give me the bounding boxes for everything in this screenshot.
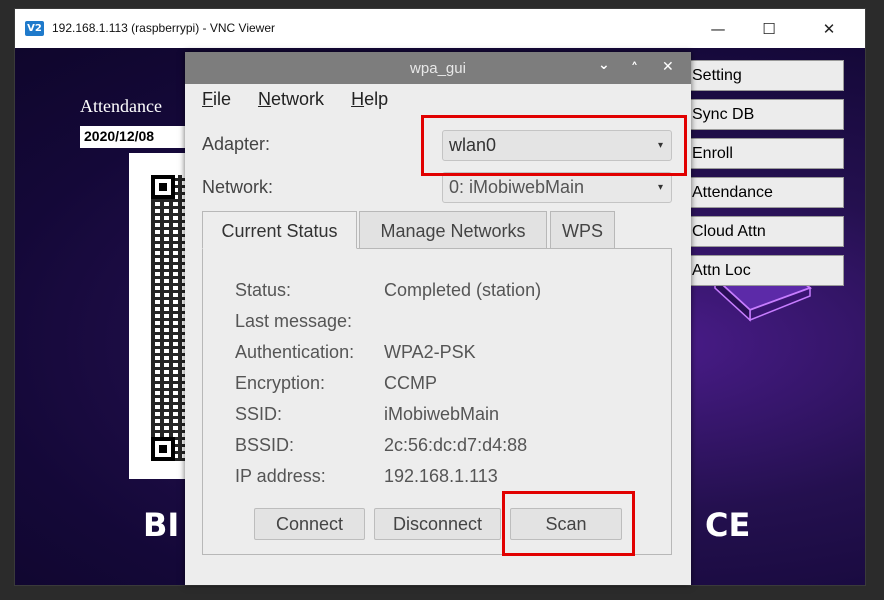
enroll-button[interactable]: Enroll [688, 138, 844, 169]
vnc-logo-icon: V2 [25, 21, 44, 36]
ssid-value: iMobiwebMain [384, 404, 500, 424]
maximize-button[interactable]: ☐ [746, 15, 792, 43]
last-message-label: Last message: [235, 311, 353, 331]
encryption-value: CCMP [384, 373, 437, 393]
chevron-down-icon: ▾ [657, 182, 663, 193]
connect-button[interactable]: Connect [254, 508, 365, 540]
vnc-window-title: 192.168.1.113 (raspberrypi) - VNC Viewer [52, 21, 275, 35]
status-label: Status: [235, 280, 292, 300]
setting-button[interactable]: Setting [688, 60, 844, 91]
cloud-attn-button[interactable]: Cloud Attn [688, 216, 844, 247]
network-select-value: 0: iMobiwebMain [449, 177, 585, 197]
network-select[interactable]: 0: iMobiwebMain ▾ [442, 172, 672, 203]
wpa-gui-titlebar[interactable]: wpa_gui ⌄ ˄ ✕ [185, 52, 691, 84]
disconnect-button[interactable]: Disconnect [374, 508, 501, 540]
ip-address-label: IP address: [235, 466, 326, 486]
maximize-chevron-icon[interactable]: ˄ [631, 61, 638, 77]
tab-manage-networks[interactable]: Manage Networks [359, 211, 547, 249]
menu-network[interactable]: Network [258, 89, 324, 110]
qr-code-pattern [151, 175, 185, 461]
qr-finder-top [151, 175, 175, 199]
status-value: Completed (station) [384, 280, 542, 300]
tab-wps[interactable]: WPS [550, 211, 615, 249]
attendance-heading: Attendance [80, 96, 162, 116]
wpa-gui-title: wpa_gui [410, 60, 466, 77]
tab-current-status[interactable]: Current Status [202, 211, 357, 249]
wpa-gui-close-icon[interactable]: ✕ [662, 59, 674, 75]
attn-loc-button[interactable]: Attn Loc [688, 255, 844, 286]
authentication-label: Authentication: [235, 342, 355, 362]
adapter-label: Adapter: [202, 134, 271, 154]
menu-help[interactable]: Help [351, 89, 388, 110]
qr-finder-bottom [151, 437, 175, 461]
sync-db-button[interactable]: Sync DB [688, 99, 844, 130]
ssid-label: SSID: [235, 404, 283, 424]
bssid-value: 2c:56:dc:d7:d4:88 [384, 435, 528, 455]
menu-file[interactable]: File [202, 89, 231, 110]
authentication-value: WPA2-PSK [384, 342, 476, 362]
bssid-label: BSSID: [235, 435, 295, 455]
vnc-titlebar: V2 192.168.1.113 (raspberrypi) - VNC Vie… [15, 9, 865, 48]
menu-bar: File Network Help [202, 89, 410, 110]
encryption-label: Encryption: [235, 373, 326, 393]
banner-text-left: BI [143, 506, 180, 544]
attendance-button[interactable]: Attendance [688, 177, 844, 208]
network-label: Network: [202, 177, 274, 197]
adapter-highlight-box [421, 115, 687, 176]
ip-address-value: 192.168.1.113 [384, 466, 498, 486]
scan-highlight-box [502, 491, 635, 556]
banner-text-right: CE [705, 506, 751, 544]
minimize-button[interactable]: — [695, 15, 741, 43]
window-menu-chevron-icon[interactable]: ⌄ [598, 57, 610, 73]
close-button[interactable]: ✕ [806, 15, 852, 43]
